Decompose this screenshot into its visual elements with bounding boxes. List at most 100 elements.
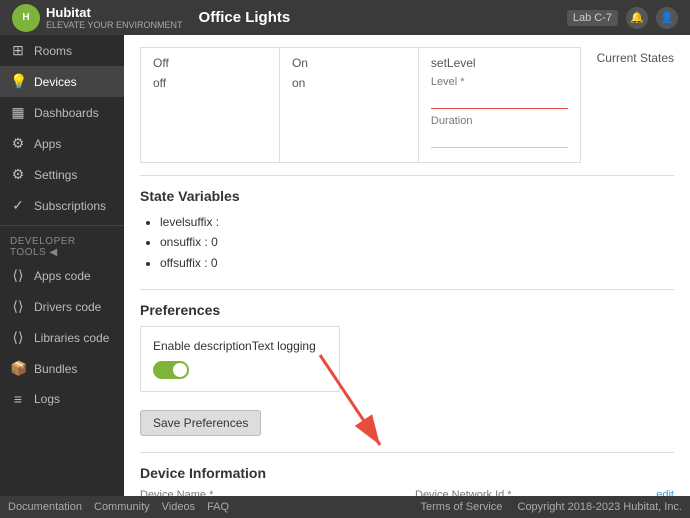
command-boxes: Off off On on setLevel Level * — [140, 47, 581, 163]
bottom-right: Terms of Service Copyright 2018-2023 Hub… — [421, 501, 682, 513]
duration-label: Duration — [431, 115, 568, 127]
brand-name: Hubitat — [46, 5, 91, 20]
on-title: On — [292, 56, 406, 70]
apps-icon: ⚙ — [10, 135, 26, 152]
devices-icon: 💡 — [10, 73, 26, 90]
sidebar-label-apps-code: Apps code — [34, 269, 91, 283]
device-name-label: Device Name * — [140, 489, 399, 496]
enable-logging-label: Enable descriptionText logging — [153, 339, 327, 353]
sidebar-label-subscriptions: Subscriptions — [34, 199, 106, 213]
duration-field: Duration — [431, 115, 568, 148]
sidebar-divider — [0, 225, 124, 226]
subscriptions-icon: ✓ — [10, 197, 26, 214]
setlevel-title: setLevel — [431, 56, 568, 70]
community-link[interactable]: Community — [94, 501, 150, 513]
command-box-off: Off off — [141, 48, 280, 162]
brand-sub: ELEVATE YOUR ENVIRONMENT — [46, 20, 183, 30]
pref-box: Enable descriptionText logging — [140, 326, 340, 392]
preferences-title: Preferences — [140, 302, 674, 318]
logs-icon: ≡ — [10, 391, 26, 407]
dashboards-icon: ▦ — [10, 104, 26, 121]
sidebar-label-libraries-code: Libraries code — [34, 331, 109, 345]
network-id-label: Device Network Id * — [415, 489, 512, 496]
user-button[interactable]: 👤 — [656, 7, 678, 29]
state-var-offsuffix: offsuffix : 0 — [160, 253, 674, 273]
sidebar-label-drivers-code: Drivers code — [34, 300, 101, 314]
main-area: ⊞ Rooms 💡 Devices ▦ Dashboards ⚙ Apps ⚙ … — [0, 35, 690, 496]
level-label: Level * — [431, 76, 568, 88]
state-var-onsuffix: onsuffix : 0 — [160, 232, 674, 252]
save-prefs-wrapper: Save Preferences — [140, 410, 674, 436]
libraries-code-icon: ⟨⟩ — [10, 329, 26, 346]
divider-after-prefs — [140, 452, 674, 453]
top-right-area: Lab C-7 🔔 👤 — [567, 7, 678, 29]
on-value: on — [292, 76, 406, 90]
save-preferences-button[interactable]: Save Preferences — [140, 410, 261, 436]
state-var-levelsuffix: levelsuffix : — [160, 212, 674, 232]
drivers-code-icon: ⟨⟩ — [10, 298, 26, 315]
main-content: Off off On on setLevel Level * — [124, 35, 690, 496]
faq-link[interactable]: FAQ — [207, 501, 229, 513]
top-bar: H Hubitat ELEVATE YOUR ENVIRONMENT Offic… — [0, 0, 690, 35]
lab-badge: Lab C-7 — [567, 10, 618, 26]
state-variables-list: levelsuffix : onsuffix : 0 offsuffix : 0 — [160, 212, 674, 273]
terms-link[interactable]: Terms of Service — [421, 501, 503, 513]
sidebar-item-drivers-code[interactable]: ⟨⟩ Drivers code — [0, 291, 124, 322]
sidebar-label-rooms: Rooms — [34, 44, 72, 58]
divider-after-commands — [140, 175, 674, 176]
sidebar-label-devices: Devices — [34, 75, 77, 89]
sidebar-item-apps[interactable]: ⚙ Apps — [0, 128, 124, 159]
bottom-bar: Documentation Community Videos FAQ Terms… — [0, 496, 690, 518]
logo-text: H — [22, 12, 29, 23]
sidebar-item-logs[interactable]: ≡ Logs — [0, 384, 124, 414]
brand-info: Hubitat ELEVATE YOUR ENVIRONMENT — [46, 5, 183, 30]
sidebar-item-libraries-code[interactable]: ⟨⟩ Libraries code — [0, 322, 124, 353]
state-variables-section: State Variables levelsuffix : onsuffix :… — [140, 188, 674, 273]
page-title: Office Lights — [199, 9, 291, 26]
device-info-title: Device Information — [140, 465, 674, 481]
off-title: Off — [153, 56, 267, 70]
sidebar-label-bundles: Bundles — [34, 362, 77, 376]
command-box-on: On on — [280, 48, 419, 162]
app-wrapper: H Hubitat ELEVATE YOUR ENVIRONMENT Offic… — [0, 0, 690, 518]
level-input[interactable] — [431, 90, 568, 109]
network-id-edit[interactable]: edit — [656, 489, 674, 496]
logo-area: H Hubitat ELEVATE YOUR ENVIRONMENT — [12, 4, 183, 32]
preferences-section: Preferences Enable descriptionText loggi… — [140, 302, 674, 436]
hubitat-logo: H — [12, 4, 40, 32]
duration-input[interactable] — [431, 129, 568, 148]
logging-toggle[interactable] — [153, 361, 189, 379]
bottom-links: Documentation Community Videos FAQ — [8, 501, 229, 513]
bundles-icon: 📦 — [10, 360, 26, 377]
network-id-field: Device Network Id * edit Group_763 — [415, 489, 674, 496]
rooms-icon: ⊞ — [10, 42, 26, 59]
videos-link[interactable]: Videos — [162, 501, 195, 513]
apps-code-icon: ⟨⟩ — [10, 267, 26, 284]
notification-button[interactable]: 🔔 — [626, 7, 648, 29]
current-states-label: Current States — [581, 47, 674, 163]
state-variables-title: State Variables — [140, 188, 674, 204]
device-name-field: Device Name * New Inovelli Group Bind Te… — [140, 489, 399, 496]
device-name-row: Device Name * New Inovelli Group Bind Te… — [140, 489, 674, 496]
settings-icon: ⚙ — [10, 166, 26, 183]
sidebar-label-logs: Logs — [34, 392, 60, 406]
command-box-setlevel: setLevel Level * Duration — [419, 48, 580, 162]
dev-tools-section: Developer tools ◀ — [0, 230, 124, 260]
sidebar-label-apps: Apps — [34, 137, 61, 151]
sidebar: ⊞ Rooms 💡 Devices ▦ Dashboards ⚙ Apps ⚙ … — [0, 35, 124, 496]
sidebar-item-settings[interactable]: ⚙ Settings — [0, 159, 124, 190]
dev-section-label: Developer tools — [10, 236, 76, 258]
sidebar-item-apps-code[interactable]: ⟨⟩ Apps code — [0, 260, 124, 291]
sidebar-item-devices[interactable]: 💡 Devices — [0, 66, 124, 97]
dev-section-toggle[interactable]: ◀ — [50, 247, 58, 258]
sidebar-item-subscriptions[interactable]: ✓ Subscriptions — [0, 190, 124, 221]
sidebar-label-dashboards: Dashboards — [34, 106, 99, 120]
divider-after-statevars — [140, 289, 674, 290]
content-inner: Off off On on setLevel Level * — [124, 35, 690, 496]
copyright: Copyright 2018-2023 Hubitat, Inc. — [518, 501, 683, 513]
sidebar-item-bundles[interactable]: 📦 Bundles — [0, 353, 124, 384]
off-value: off — [153, 76, 267, 90]
sidebar-item-rooms[interactable]: ⊞ Rooms — [0, 35, 124, 66]
sidebar-item-dashboards[interactable]: ▦ Dashboards — [0, 97, 124, 128]
documentation-link[interactable]: Documentation — [8, 501, 82, 513]
